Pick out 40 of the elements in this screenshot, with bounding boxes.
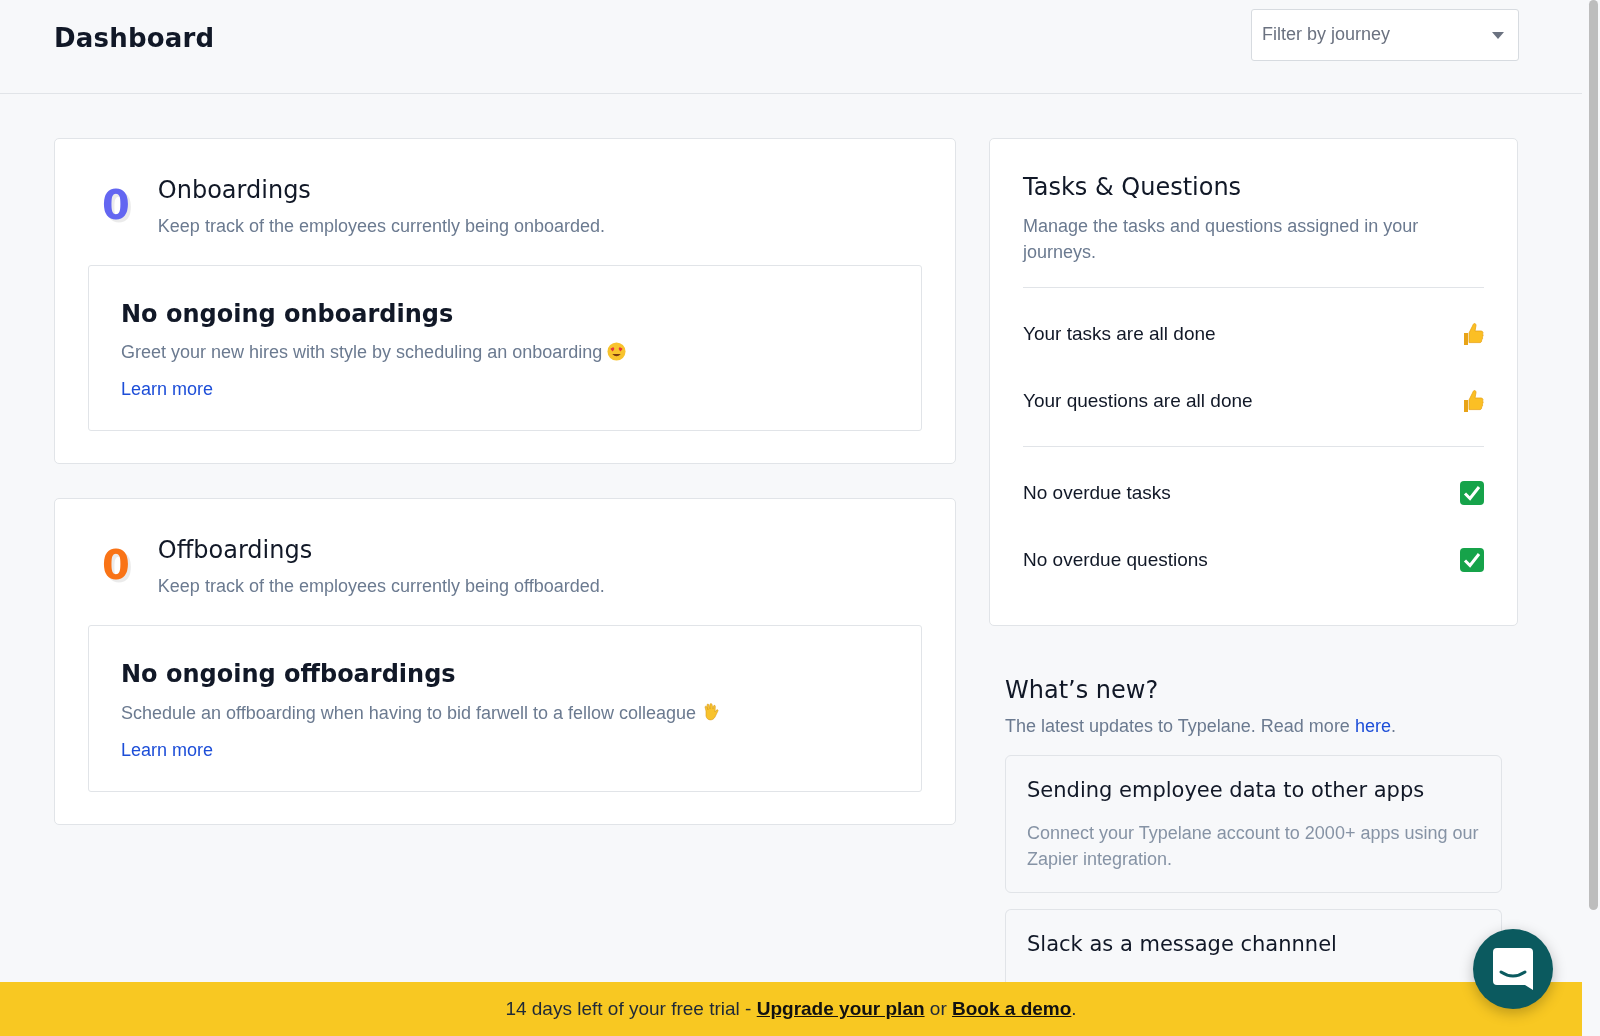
status-text: No overdue questions [1023,548,1208,571]
update-title: Slack as a message channnel [1027,932,1338,957]
chat-icon [1493,948,1533,990]
card-title: Tasks & Questions [1023,173,1243,201]
empty-state-title: No ongoing offboardings [121,660,457,688]
chat-button[interactable] [1473,929,1553,1009]
card-title: Onboardings [157,176,312,204]
card-subtitle: Manage the tasks and questions assigned in your journeys. [1023,215,1420,265]
smiley-icon [607,342,627,361]
caret-icon [1492,31,1504,39]
here-link[interactable]: here [1354,716,1391,737]
empty-state-text: Schedule an offboarding when having to bid farwell to a fellow colleague [121,703,697,723]
page-title: Dashboard [54,22,215,53]
card-subtitle: Keep track of the employees currently being offboarded. [157,576,605,597]
empty-state-title: No ongoing onboardings [121,300,455,328]
thumbs-up-icon [1462,321,1484,346]
update-text: Connect your Typelane account to 2000+ apps using our Zapier integration. [1027,822,1480,872]
status-text: No overdue tasks [1023,481,1171,504]
trial-banner-text: 14 days left of your free trial - Upgrade your plan or Book a demo. [505,998,1077,1020]
section-description: The latest updates to Typelane. Read more here. [1005,716,1397,738]
scrollbar[interactable] [1589,0,1598,910]
journey-filter-dropdown[interactable]: Filter by journey [1251,8,1519,61]
card-title: Offboardings [157,536,314,564]
status-text: Your tasks are all done [1023,322,1216,345]
upgrade-plan-link[interactable]: Upgrade your plan [756,998,925,1019]
learn-more-link[interactable]: Learn more [121,740,214,761]
learn-more-link[interactable]: Learn more [121,379,214,400]
update-title: Sending employee data to other apps [1027,778,1426,803]
empty-state-text: Greet your new hires with style by scheduling an onboarding [121,342,603,362]
card-subtitle: Keep track of the employees currently being onboarded. [157,216,606,237]
waving-hand-icon [701,702,722,722]
count: 0 [102,545,130,590]
section-title: What’s new? [1005,676,1160,705]
checkmark-icon [1460,547,1484,572]
count: 0 [102,185,130,230]
update-card[interactable]: Sending employee data to other apps Connect your Typelane account to 2000+ apps using our Zapier integration. [1005,755,1502,894]
checkmark-icon [1460,480,1484,505]
book-demo-link[interactable]: Book a demo [952,998,1072,1019]
thumbs-up-icon [1462,388,1484,413]
status-text: Your questions are all done [1023,389,1253,412]
